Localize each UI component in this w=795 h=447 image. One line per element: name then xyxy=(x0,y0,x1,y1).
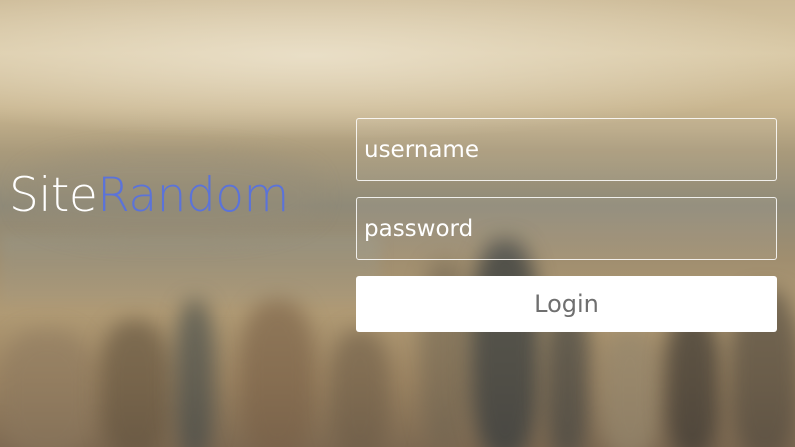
username-input[interactable] xyxy=(356,118,777,181)
river-band xyxy=(0,235,380,305)
logo-text-site: Site xyxy=(9,168,98,223)
building-shape xyxy=(175,300,215,447)
building-shape xyxy=(0,330,95,447)
building-shape xyxy=(240,300,315,447)
logo-text-random: Random xyxy=(97,168,289,223)
login-form: Login xyxy=(356,118,777,332)
building-shape xyxy=(330,330,390,447)
login-button[interactable]: Login xyxy=(356,276,777,332)
building-shape xyxy=(100,320,170,447)
password-input[interactable] xyxy=(356,197,777,260)
building-shape xyxy=(600,330,660,447)
site-logo: SiteRandom xyxy=(9,172,289,219)
